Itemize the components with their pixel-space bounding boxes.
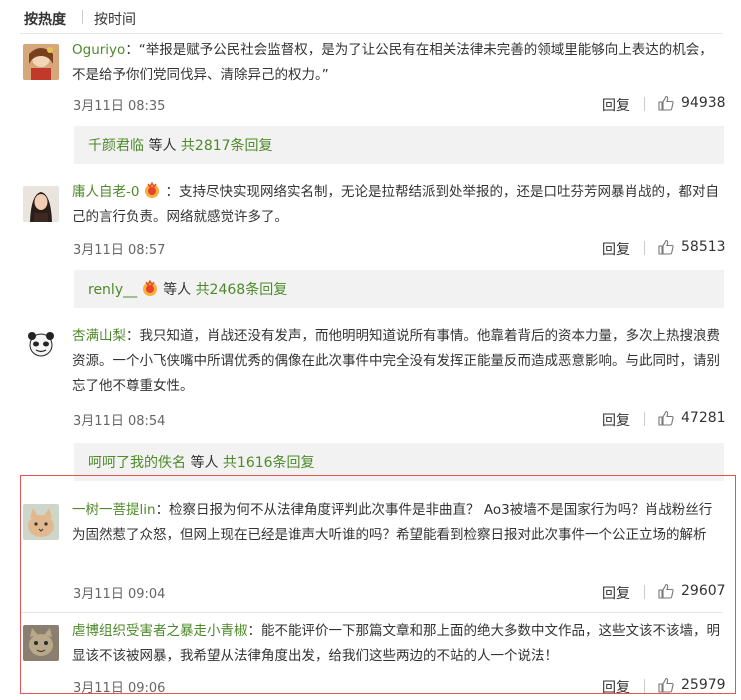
comment-body: ：我只知道，肖战还没有发声，而他明明知道说所有事情。他靠着背后的资本力量，多次上… xyxy=(72,328,720,394)
avatar-cat-photo-icon[interactable] xyxy=(23,625,59,661)
sub-reply-user[interactable]: 呵呵了我的佚名 xyxy=(88,455,186,471)
sort-bar: 按热度 按时间 xyxy=(0,0,741,33)
comment-body: ：“举报是赋予公民社会监督权，是为了让公民有在相关法律未完善的领域里能够向上表达… xyxy=(72,42,713,83)
username-link[interactable]: Oguriyo xyxy=(72,42,125,58)
comment-item: 庸人自老-0 ：支持尽快实现网络实名制，无论是拉帮结派到处举报的，还是口吐芬芳网暴… xyxy=(20,178,726,270)
comment-text: 虐博组织受害者之暴走小青椒：能不能评价一下那篇文章和那上面的绝大多数中文作品，这… xyxy=(72,619,722,669)
avatar-panda-meme-icon[interactable] xyxy=(23,330,59,366)
like-count: 29607 xyxy=(681,583,726,599)
sub-replies-summary[interactable]: 呵呵了我的佚名 等人 共1616条回复 xyxy=(74,443,724,481)
action-divider xyxy=(644,97,645,111)
sort-divider xyxy=(82,10,83,24)
like-count: 94938 xyxy=(681,95,726,111)
sort-by-hot-tab[interactable]: 按热度 xyxy=(24,9,66,29)
divider xyxy=(20,612,722,613)
thumbs-up-icon[interactable] xyxy=(658,410,674,426)
sub-reply-count-link[interactable]: 共2817条回复 xyxy=(181,138,273,154)
comment-time: 3月11日 08:35 xyxy=(73,99,166,114)
comment-text: 杏满山梨：我只知道，肖战还没有发声，而他明明知道说所有事情。他靠着背后的资本力量… xyxy=(72,324,722,399)
comment-time: 3月11日 08:57 xyxy=(73,243,166,258)
sub-reply-user[interactable]: renly__ xyxy=(88,282,137,298)
comment-text: 一树一菩提lin：检察日报为何不从法律角度评判此次事件是非曲直？ Ao3被墙不是… xyxy=(72,498,722,548)
sub-reply-mid: 等人 xyxy=(148,138,177,154)
thumbs-up-icon[interactable] xyxy=(658,677,674,693)
avatar-cat-icon[interactable] xyxy=(23,504,59,540)
username-link[interactable]: 庸人自老-0 xyxy=(72,184,139,200)
comment-item: 一树一菩提lin：检察日报为何不从法律角度评判此次事件是非曲直？ Ao3被墙不是… xyxy=(20,496,726,608)
sub-reply-count-link[interactable]: 共1616条回复 xyxy=(223,455,315,471)
like-count: 58513 xyxy=(681,239,726,255)
like-count: 25979 xyxy=(681,677,726,693)
reply-button[interactable]: 回复 xyxy=(602,583,630,603)
comment-item: 虐博组织受害者之暴走小青椒：能不能评价一下那篇文章和那上面的绝大多数中文作品，这… xyxy=(20,617,726,697)
reply-button[interactable]: 回复 xyxy=(602,239,630,259)
like-count: 47281 xyxy=(681,410,726,426)
thumbs-up-icon[interactable] xyxy=(658,583,674,599)
thumbs-up-icon[interactable] xyxy=(658,239,674,255)
avatar-photo-icon[interactable] xyxy=(23,186,59,222)
comment-time: 3月11日 09:04 xyxy=(73,587,166,602)
divider xyxy=(20,33,722,34)
comment-body: ：支持尽快实现网络实名制，无论是拉帮结派到处举报的，还是口吐芬芳网暴肖战的，都对… xyxy=(72,184,719,225)
reply-button[interactable]: 回复 xyxy=(602,410,630,430)
comment-time: 3月11日 08:54 xyxy=(73,414,166,429)
sub-reply-user[interactable]: 千颜君临 xyxy=(88,138,144,154)
action-divider xyxy=(644,585,645,599)
thumbs-up-icon[interactable] xyxy=(658,95,674,111)
comment-time: 3月11日 09:06 xyxy=(73,681,166,696)
comment-text: 庸人自老-0 ：支持尽快实现网络实名制，无论是拉帮结派到处举报的，还是口吐芬芳网暴… xyxy=(72,180,722,230)
sub-reply-mid: 等人 xyxy=(163,282,192,298)
reply-button[interactable]: 回复 xyxy=(602,95,630,115)
username-link[interactable]: 一树一菩提lin xyxy=(72,502,156,518)
action-divider xyxy=(644,241,645,255)
username-link[interactable]: 杏满山梨 xyxy=(72,328,126,344)
comment-item: Oguriyo：“举报是赋予公民社会监督权，是为了让公民有在相关法律未完善的领域… xyxy=(20,36,726,126)
comment-body: ：检察日报为何不从法律角度评判此次事件是非曲直？ Ao3被墙不是国家行为吗？肖战… xyxy=(72,502,713,543)
avatar-illustrated-icon[interactable] xyxy=(23,44,59,80)
sub-replies-summary[interactable]: 千颜君临 等人 共2817条回复 xyxy=(74,126,724,164)
reply-button[interactable]: 回复 xyxy=(602,677,630,697)
username-link[interactable]: 虐博组织受害者之暴走小青椒 xyxy=(72,623,248,639)
fan-badge-icon xyxy=(143,279,158,296)
sub-reply-mid: 等人 xyxy=(190,455,219,471)
sub-reply-count-link[interactable]: 共2468条回复 xyxy=(196,282,288,298)
sort-by-time-tab[interactable]: 按时间 xyxy=(94,9,136,29)
sub-replies-summary[interactable]: renly__ 等人 共2468条回复 xyxy=(74,270,724,308)
fan-badge-icon xyxy=(145,181,160,198)
comment-text: Oguriyo：“举报是赋予公民社会监督权，是为了让公民有在相关法律未完善的领域… xyxy=(72,38,722,88)
action-divider xyxy=(644,412,645,426)
comment-item: 杏满山梨：我只知道，肖战还没有发声，而他明明知道说所有事情。他靠着背后的资本力量… xyxy=(20,322,726,438)
action-divider xyxy=(644,679,645,693)
